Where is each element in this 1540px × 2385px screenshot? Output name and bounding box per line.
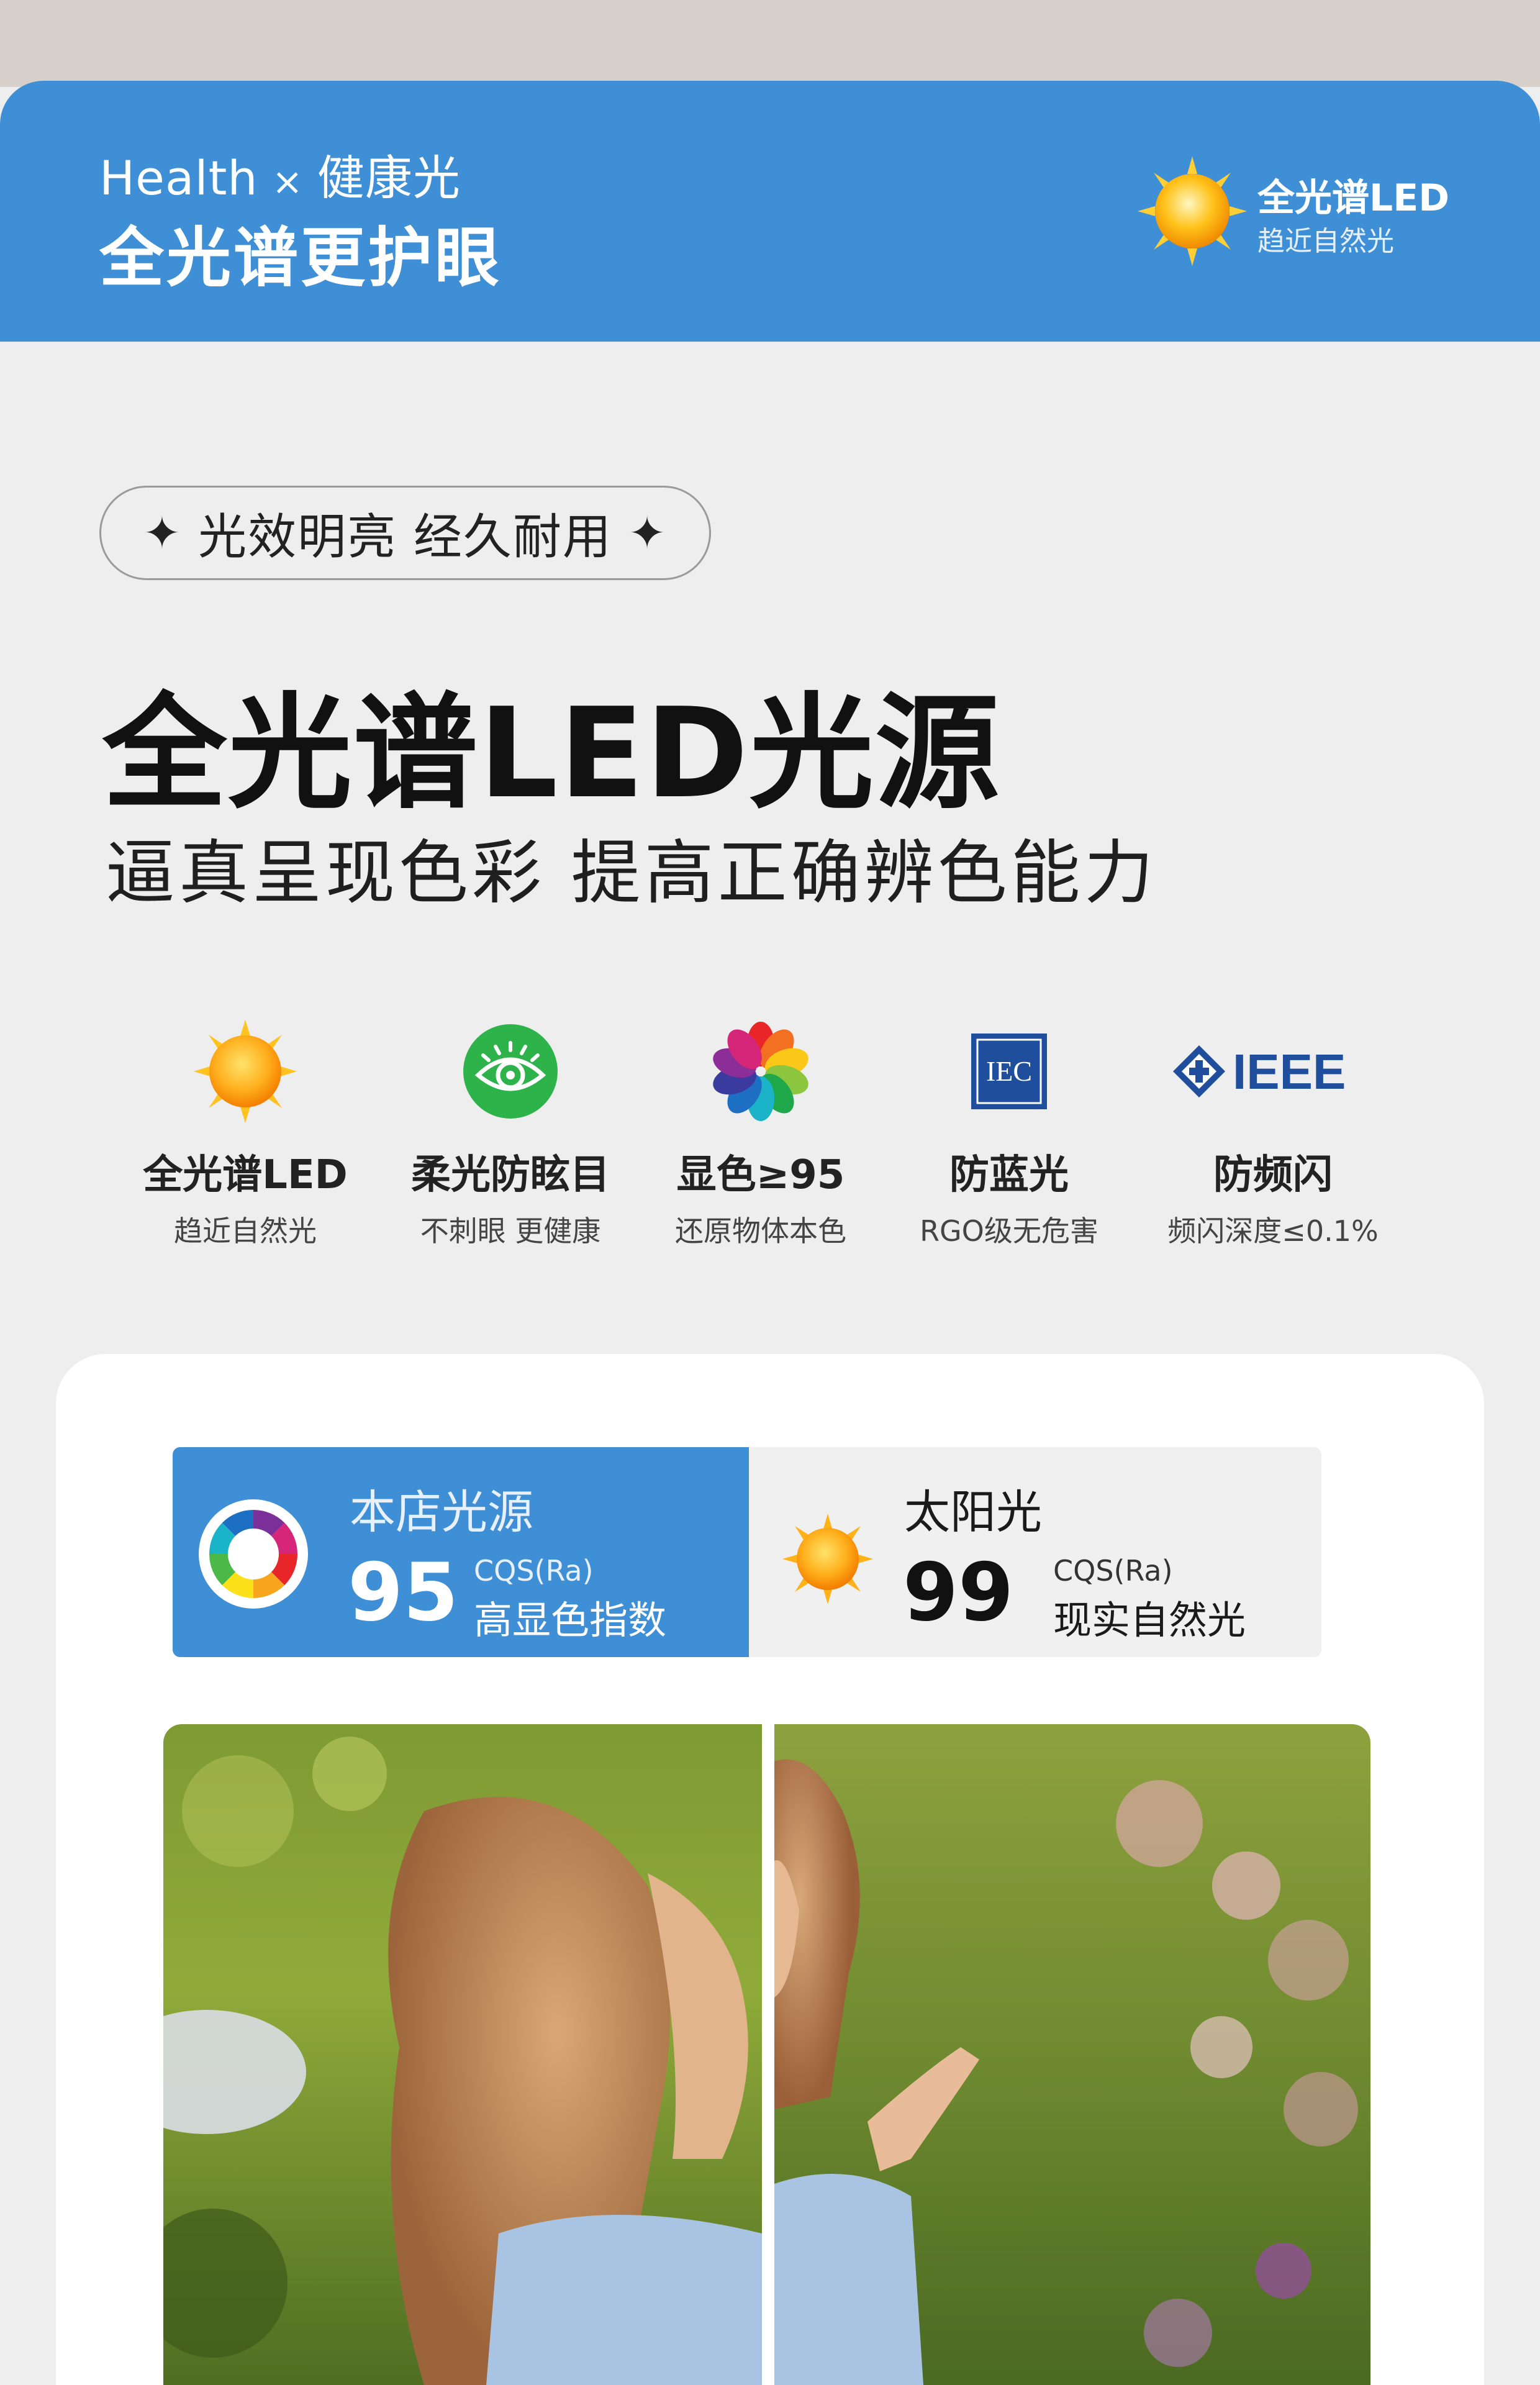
header-title: 全光谱更护眼	[99, 220, 502, 296]
sunlight-panel: 太阳光 99 CQS(Ra) 现实自然光	[749, 1447, 1321, 1657]
store-light-photo	[163, 1724, 762, 2385]
store-light-title: 本店光源	[350, 1486, 533, 1539]
main-subtitle: 逼真呈现色彩 提高正确辨色能力	[106, 833, 1157, 914]
header-badge-subtitle: 趋近自然光	[1257, 225, 1394, 257]
store-light-metric: CQS(Ra)	[474, 1554, 594, 1588]
feature-label: 柔光防眩目	[411, 1152, 610, 1198]
store-light-panel: 本店光源 95 CQS(Ra) 高显色指数	[173, 1447, 749, 1657]
sun-icon	[782, 1514, 873, 1604]
star-icon: ✦	[143, 507, 183, 559]
iec-logo-text: IEC	[986, 1055, 1032, 1087]
store-light-desc: 高显色指数	[474, 1597, 667, 1643]
header-subtitle: Health × 健康光	[99, 140, 461, 208]
star-icon: ✦	[628, 507, 668, 559]
slogan-text: 光效明亮 经久耐用	[198, 509, 612, 565]
slogan-pill: ✦ 光效明亮 经久耐用 ✦	[99, 486, 711, 580]
sunlight-photo	[774, 1724, 1370, 2385]
feature-sub: 频闪深度≤0.1%	[1167, 1214, 1379, 1248]
sunlight-metric: CQS(Ra)	[1053, 1554, 1173, 1588]
feature-label: 防蓝光	[949, 1152, 1069, 1198]
main-title: 全光谱LED光源	[102, 681, 1001, 826]
sunlight-title: 太阳光	[904, 1486, 1042, 1539]
header-banner: Health × 健康光 全光谱更护眼 全光谱LED 趋近自然光	[0, 81, 1540, 342]
health-label: Health	[99, 150, 258, 206]
feature-label: 显色≥95	[676, 1152, 845, 1198]
header-badge-title: 全光谱LED	[1257, 176, 1450, 220]
store-light-value: 95	[348, 1547, 459, 1639]
iec-logo-icon: IEC	[971, 1034, 1047, 1109]
feature-anti-flicker: IEEE 防频闪 频闪深度≤0.1%	[1143, 1019, 1403, 1250]
sunlight-desc: 现实自然光	[1053, 1597, 1246, 1643]
ieee-logo-text: IEEE	[1233, 1044, 1346, 1099]
feature-label: 全光谱LED	[143, 1152, 348, 1198]
top-strip	[0, 0, 1540, 87]
feature-anti-blue-light: IEC 防蓝光 RGO级无危害	[879, 1019, 1139, 1250]
sun-icon	[1138, 157, 1247, 266]
photo-divider	[762, 1724, 774, 2385]
eye-icon	[463, 1024, 558, 1119]
feature-anti-glare: 柔光防眩目 不刺眼 更健康	[380, 1019, 641, 1250]
times-sign: ×	[271, 160, 304, 204]
feature-sub: RGO级无危害	[920, 1214, 1098, 1248]
color-ring-icon	[199, 1499, 308, 1609]
feature-label: 防频闪	[1213, 1152, 1333, 1198]
feature-sub: 还原物体本色	[675, 1214, 846, 1248]
feature-sub: 不刺眼 更健康	[420, 1214, 601, 1248]
feature-full-spectrum: 全光谱LED 趋近自然光	[115, 1019, 376, 1250]
healthy-light-label: 健康光	[317, 150, 461, 206]
sunlight-value: 99	[903, 1547, 1014, 1639]
sun-icon	[194, 1020, 297, 1123]
ieee-logo-icon: IEEE	[1173, 1044, 1346, 1099]
color-wheel-icon	[713, 1022, 808, 1121]
feature-color-rendering: 显色≥95 还原物体本色	[630, 1019, 891, 1250]
feature-sub: 趋近自然光	[174, 1214, 317, 1248]
